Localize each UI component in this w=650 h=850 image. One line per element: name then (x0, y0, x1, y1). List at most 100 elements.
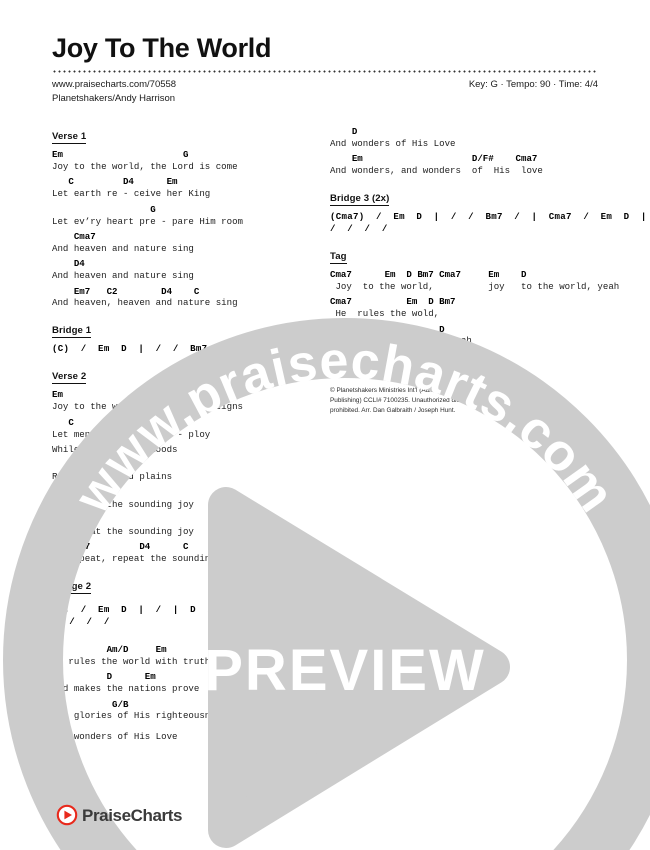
lyric-line: And makes the nations prove (52, 683, 200, 695)
chord-lyric-line: Cma7 And heaven and nature sing (52, 231, 324, 255)
chord-line: G (52, 203, 156, 215)
section-bridge-2: Bridge 2 (C) / Em D | / | D / Bm7 / | C … (52, 576, 369, 628)
lyric-line: Re - peat the sounding joy (52, 498, 194, 510)
page-title: Joy To The World (52, 33, 272, 63)
copyright-line: © Planetshakers Ministries Int’l (Admin … (330, 387, 487, 394)
lyric-line: While fields and floods (52, 443, 178, 455)
section-heading: Tag (330, 250, 347, 264)
chord-line: D Em (52, 671, 156, 683)
lyric-line: The glories of His righteousness (52, 710, 227, 722)
chord-lyric-line: Em7 D4 C Re - peat, repeat the sounding … (52, 541, 324, 565)
section-heading: Verse 2 (52, 371, 87, 385)
chord-line: C D4 Em (52, 416, 183, 428)
lyric-line: And heaven and nature sing (52, 242, 194, 254)
section-verse-2: Verse 2 Em G Joy to the world, the Savio… (52, 366, 324, 565)
lyric-line: Re - peat, repeat the sounding joy (52, 553, 238, 565)
chord-bar-line: (Cma7) / Em D | / / Bm7 / | Cma7 / Em D … (330, 211, 647, 223)
section-heading: Verse 1 (52, 131, 87, 144)
chord-lyric-line: Em G Joy to the world, the Savior reigns (52, 389, 324, 413)
lyric-line: Joy to the world, the Lord has come (330, 362, 521, 374)
chord-bar-line-continued: / / / / (330, 223, 388, 235)
chord-line: D4 (52, 513, 85, 525)
chord-lyric-line: G/B The glories of His righteousness (52, 699, 324, 723)
lyric-line: He rules the wold, (330, 308, 440, 320)
section-verse-3-continued: D And wonders of His Love Em D/F# Cma7 A… (330, 126, 602, 177)
chord-lyric-line: D Em And makes the nations prove (52, 671, 324, 695)
copyright-block: © Planetshakers Ministries Int’l (Admin … (330, 386, 602, 416)
left-column: Verse 1 Em G Joy to the world, the Lord … (52, 126, 404, 754)
header-meta-row: www.praisecharts.com/70558 Planetshakers… (52, 78, 598, 106)
title-divider (52, 70, 598, 74)
chart-header: Joy To The World www.praisecharts.com/70… (52, 34, 598, 106)
chord-line: Cma7 Em D Bm7 (330, 296, 456, 308)
chart-artist: Planetshakers/Andy Harrison (52, 93, 176, 105)
chart-key-tempo-time: Key: G · Tempo: 90 · Time: 4/4 (468, 79, 598, 91)
chord-lyric-line: Am/D Em He rules the world with truth an… (52, 644, 324, 668)
chord-chart-page: Joy To The World www.praisecharts.com/70… (0, 0, 650, 850)
chord-line: Cma7 Em D (330, 323, 445, 335)
logo-wordmark: PraiseCharts (82, 805, 183, 825)
lyric-line: Joy to the world, the Savior reigns (52, 401, 243, 413)
header-meta-left: www.praisecharts.com/70558 Planetshakers… (52, 78, 176, 106)
chord-line: Em G (52, 149, 189, 160)
chord-lyric-line: Em G Joy to the world, the Lord is come (52, 149, 324, 173)
copyright-line: Publishing) CCLI# 7100235. Unauthorized … (330, 396, 489, 404)
section-heading: Bridge 1 (52, 325, 92, 339)
chord-lyric-line: Cma7 Em D He rules the world, yeah (330, 324, 602, 348)
chart-url[interactable]: www.praisecharts.com/70558 (52, 78, 176, 92)
lyric-line: And wonders of His Love (52, 730, 178, 742)
chord-line: C D4 Em (52, 176, 178, 188)
chord-lyric-line: Cma7 Em D Bm7 He rules the wold, (330, 296, 602, 320)
lyric-line: Let ev’ry heart pre - pare Him room (52, 215, 243, 227)
chord-lyric-line: G Rocks hills and plains (52, 459, 324, 483)
lyric-line: He rules the world, yeah (330, 335, 472, 347)
chord-line: Em7 D4 C (52, 541, 189, 553)
chord-lyric-line: And wonders of His Love (52, 731, 324, 743)
lyric-line: And heaven, heaven and nature sing (52, 297, 238, 309)
chord-line: Em D/F# Cma7 (330, 153, 538, 165)
chord-line: G/B (52, 698, 129, 710)
chord-lyric-line: C D4 Em Let earth re - ceive her King (52, 176, 324, 200)
lyric-line: And heaven and nature sing (52, 270, 194, 282)
lyric-line: And wonders, and wonders of His love (330, 165, 543, 177)
section-tag: Tag Cma7 Em D Bm7 Cma7 Em D Joy to the w… (330, 246, 620, 375)
section-verse-3: Am/D Em He rules the world with truth an… (52, 639, 324, 743)
lyric-line: Rocks hills and plains (52, 471, 173, 483)
section-verse-1: Verse 1 Em G Joy to the world, the Lord … (52, 126, 324, 309)
chord-lyric-line: Em D/F# Cma7 And wonders, and wonders of… (330, 153, 602, 177)
chord-lyric-line: Em7 C2 D4 C And heaven, heaven and natur… (52, 286, 324, 310)
section-heading: Bridge 2 (52, 581, 92, 595)
chord-lyric-line: Cma7 Re - peat the sounding joy (52, 487, 324, 511)
lyric-line: Re - peat the sounding joy (52, 525, 194, 537)
chord-lyric-line: x Joy to the world, the Lord has come (330, 351, 602, 375)
chord-bar-line: (C) / Em D | / | D / Bm7 / | C / Em D | (52, 604, 369, 616)
chord-line: Cma7 (52, 230, 96, 242)
chord-line: x (330, 350, 336, 362)
chord-lyric-line: D4 And heaven and nature sing (52, 258, 324, 282)
chord-line: Em7 C2 D4 C (52, 285, 200, 297)
play-circle-icon[interactable] (56, 804, 78, 826)
chord-bar-line: (C) / Em D | / / Bm7 / | C / Em D | / / … (52, 343, 404, 355)
chord-line: Em G (52, 389, 173, 401)
section-bridge-3: Bridge 3 (2x) (Cma7) / Em D | / / Bm7 / … (330, 188, 647, 235)
chord-lyric-line: C D4 Em Let men their songs em - ploy (52, 417, 324, 441)
chord-lyric-line: D4 Re - peat the sounding joy (52, 514, 324, 538)
chord-line: D4 (52, 258, 85, 270)
lyric-line: He rules the world with truth and grace (52, 655, 265, 667)
chord-line: Cma7 Em D Bm7 Cma7 Em D (330, 268, 527, 280)
chord-bar-line-continued: / / / / (52, 615, 110, 627)
copyright-line: prohibited. Arr. Dan Galbraith / Joseph … (330, 406, 456, 414)
chord-lyric-line: Cma7 Em D Bm7 Cma7 Em D Joy to the world… (330, 268, 620, 293)
section-bridge-1: Bridge 1 (C) / Em D | / / Bm7 / | C / Em… (52, 320, 404, 355)
chord-line: Cma7 (52, 486, 96, 498)
praisecharts-logo[interactable]: PraiseCharts (56, 804, 182, 826)
section-heading: Bridge 3 (2x) (330, 193, 390, 207)
lyric-line: Joy to the world, joy to the world, yeah (330, 280, 620, 292)
chord-lyric-line: While fields and floods (52, 444, 324, 456)
chord-line: D (330, 126, 358, 137)
lyric-line: Let earth re - ceive her King (52, 188, 211, 200)
chord-line: Am/D Em (52, 643, 167, 655)
lyric-line: And wonders of His Love (330, 137, 456, 149)
chord-lyric-line: D And wonders of His Love (330, 126, 602, 150)
chord-lyric-line: G Let ev’ry heart pre - pare Him room (52, 204, 324, 228)
